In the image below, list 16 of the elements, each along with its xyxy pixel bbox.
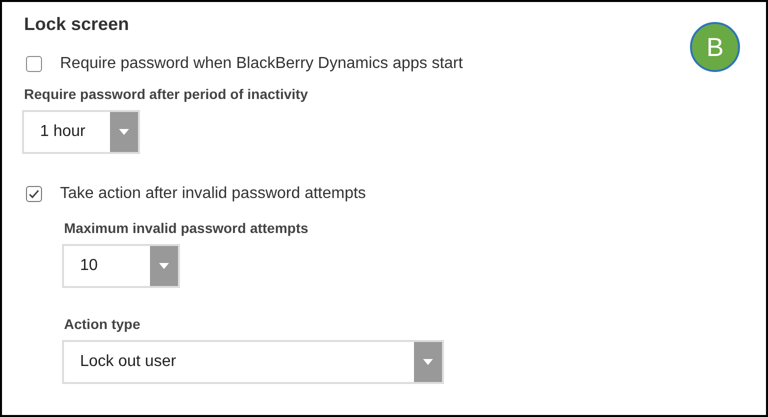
dropdown-field[interactable]: Lock out user (62, 340, 444, 384)
dropdown-field[interactable]: 10 (62, 244, 180, 288)
dropdown-caret-icon (159, 263, 169, 269)
dropdown-caret-icon (119, 129, 129, 135)
dropdown-caret-icon (423, 359, 433, 365)
field-label: Maximum invalid password attempts (64, 220, 310, 236)
checkbox-label: Take action after invalid password attempts (60, 185, 366, 203)
letter-badge: B (690, 22, 740, 72)
checkbox[interactable] (26, 186, 42, 202)
checkbox[interactable] (26, 56, 42, 72)
check-icon (27, 187, 41, 201)
dropdown-field[interactable]: 1 hour (22, 110, 140, 154)
checkbox-label: Require password when BlackBerry Dynamics apps start (60, 55, 463, 73)
field-label: Require password after period of inactivity (24, 86, 309, 102)
section-title: Lock screen (24, 14, 130, 35)
field-label: Action type (64, 316, 142, 332)
